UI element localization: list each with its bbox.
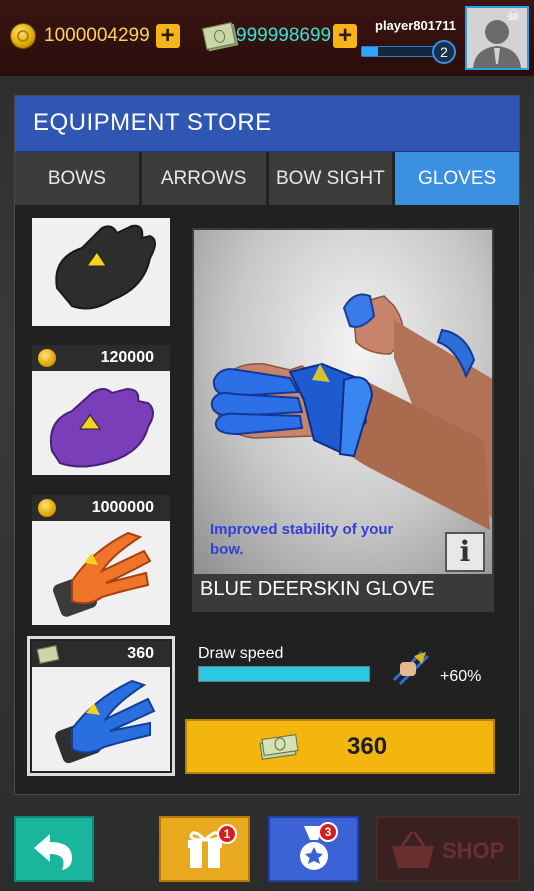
item-price-tag: 1000000 bbox=[32, 495, 170, 521]
coin-icon bbox=[38, 499, 56, 517]
item-price-tag: 360 bbox=[32, 641, 170, 667]
item-price: 360 bbox=[127, 645, 154, 662]
cash-stack-icon bbox=[259, 734, 299, 760]
item-name: BLUE DEERSKIN GLOVE bbox=[200, 578, 435, 600]
achievements-button[interactable]: 3 bbox=[268, 816, 359, 882]
tab-bows[interactable]: BOWS bbox=[15, 152, 142, 205]
stat-bonus: +60% bbox=[440, 668, 482, 685]
gift-notification-badge: 1 bbox=[217, 824, 237, 844]
purple-glove-icon bbox=[50, 387, 154, 468]
player-name: player801711 bbox=[375, 18, 456, 33]
xp-bar-fill bbox=[362, 47, 378, 56]
coin-icon bbox=[38, 349, 56, 367]
basket-icon bbox=[392, 831, 434, 868]
add-coins-button[interactable]: + bbox=[155, 24, 180, 48]
back-button[interactable] bbox=[14, 816, 94, 882]
tab-gloves[interactable]: GLOVES bbox=[395, 152, 519, 205]
cash-icon bbox=[202, 22, 236, 50]
item-detail-card: Improved stability of your bow. i BLUE D… bbox=[192, 228, 494, 612]
buy-price: 360 bbox=[347, 733, 388, 760]
black-glove-icon bbox=[55, 224, 156, 310]
shop-label: SHOP bbox=[442, 838, 505, 863]
glove-item-purple[interactable]: 120000 bbox=[32, 345, 170, 475]
coin-balance: 1000004299 + bbox=[10, 14, 180, 58]
gift-button[interactable]: 1 bbox=[159, 816, 250, 882]
draw-speed-icon bbox=[390, 650, 430, 688]
draw-speed-bar-fill bbox=[199, 667, 369, 681]
add-cash-button[interactable]: + bbox=[333, 24, 358, 48]
item-description: Improved stability of your bow. bbox=[210, 521, 394, 558]
buy-button[interactable]: 360 bbox=[185, 719, 495, 774]
glove-item-blue[interactable]: 360 bbox=[27, 636, 175, 776]
store-title: EQUIPMENT STORE bbox=[33, 109, 272, 136]
info-icon[interactable]: i bbox=[445, 532, 485, 572]
cash-icon bbox=[36, 645, 60, 664]
glove-item-black[interactable] bbox=[32, 218, 170, 326]
blue-glove-icon bbox=[55, 679, 156, 764]
item-price: 120000 bbox=[100, 349, 154, 366]
shop-button[interactable]: SHOP bbox=[376, 816, 520, 882]
cash-amount: 999998699 bbox=[236, 25, 332, 46]
top-bar: 1000004299 + 999998699 + player801711 2 … bbox=[0, 0, 534, 76]
medal-icon bbox=[300, 826, 328, 870]
cash-balance: 999998699 + bbox=[202, 14, 358, 58]
skull-icon: ☠ bbox=[506, 8, 521, 25]
tab-bow-sight[interactable]: BOW SIGHT bbox=[268, 152, 396, 205]
item-preview-image: Improved stability of your bow. i bbox=[194, 230, 492, 574]
store-header: EQUIPMENT STORE bbox=[15, 96, 519, 152]
glove-item-orange[interactable]: 1000000 bbox=[32, 495, 170, 625]
draw-speed-bar bbox=[198, 666, 370, 682]
item-price-tag: 120000 bbox=[32, 345, 170, 371]
stat-label: Draw speed bbox=[198, 645, 284, 662]
level-badge: 2 bbox=[432, 40, 456, 64]
coin-amount: 1000004299 bbox=[44, 25, 150, 46]
category-tabs: BOWS ARROWS BOW SIGHT GLOVES bbox=[15, 152, 519, 205]
orange-glove-icon bbox=[53, 531, 152, 617]
item-price: 1000000 bbox=[91, 499, 154, 516]
achievements-notification-badge: 3 bbox=[318, 822, 338, 842]
tab-arrows[interactable]: ARROWS bbox=[141, 152, 269, 205]
back-arrow-icon bbox=[34, 834, 72, 870]
coin-icon bbox=[10, 23, 36, 49]
